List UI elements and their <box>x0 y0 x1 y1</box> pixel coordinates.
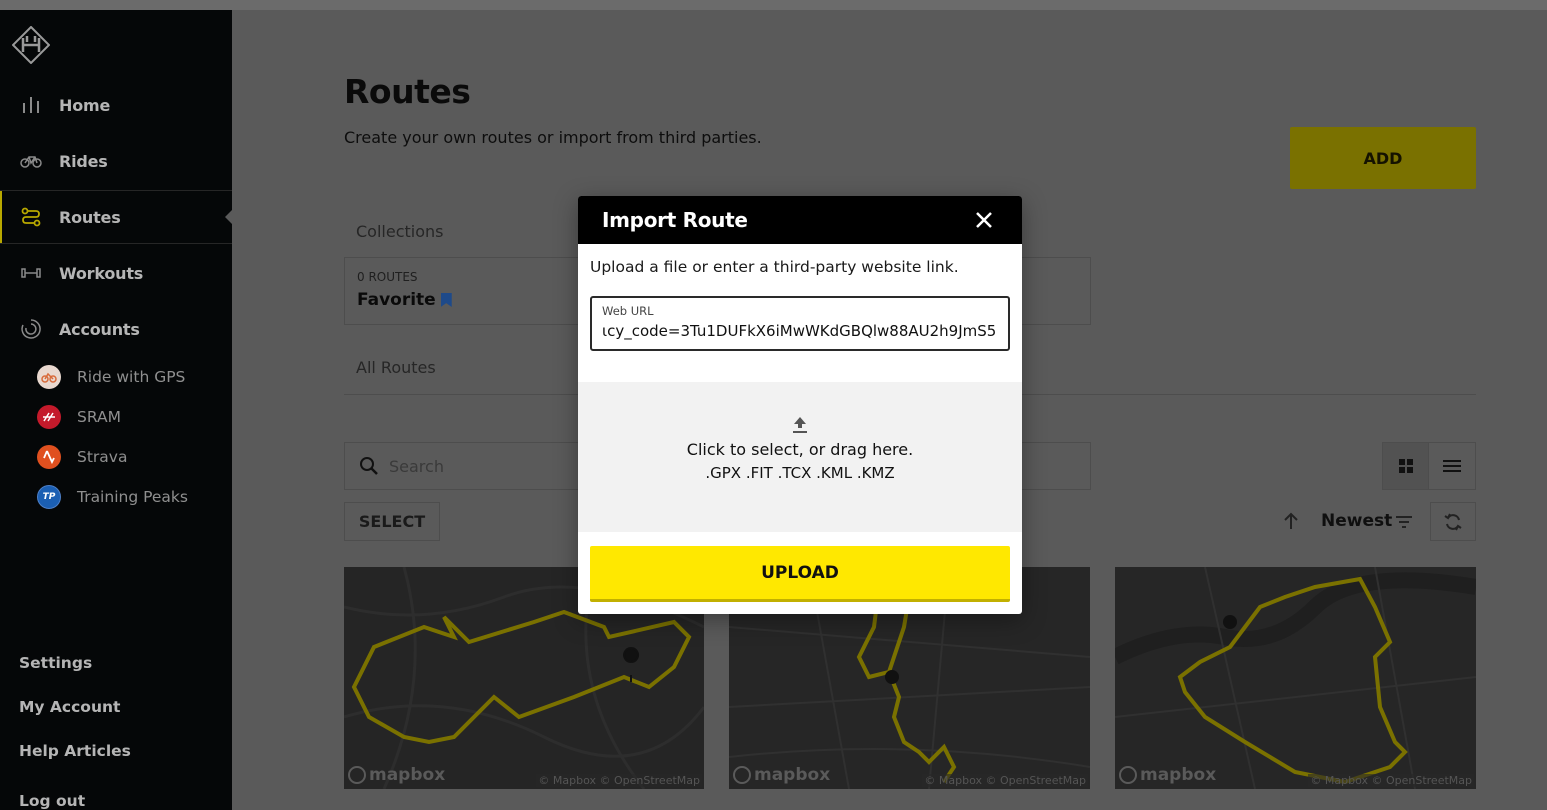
nav-home[interactable]: Home <box>0 78 232 132</box>
sort-label[interactable]: Newest <box>1321 511 1392 531</box>
nav-accounts[interactable]: Accounts <box>0 302 232 356</box>
map-attribution[interactable]: © Mapbox © OpenStreetMap <box>536 774 702 787</box>
sidebar: Home Rides Routes Workouts Accounts Ride… <box>0 10 232 810</box>
file-dropzone[interactable]: Click to select, or drag here. .GPX .FIT… <box>578 382 1022 532</box>
web-url-field[interactable]: Web URL ɩcy_code=3Tu1DUFkX6iMwWKdGBQlw88… <box>590 296 1010 351</box>
account-training-peaks[interactable]: TP Training Peaks <box>37 483 188 511</box>
mapbox-logo: mapbox <box>1119 765 1216 785</box>
sram-icon <box>37 405 61 429</box>
all-routes-heading: All Routes <box>356 358 436 377</box>
modal-description: Upload a file or enter a third-party web… <box>590 258 959 276</box>
nav-workouts-label: Workouts <box>59 263 144 283</box>
page-subtitle: Create your own routes or import from th… <box>344 128 762 147</box>
account-label: Strava <box>77 448 128 466</box>
refresh-icon <box>1444 513 1462 530</box>
my-account-link[interactable]: My Account <box>19 698 120 716</box>
collections-heading: Collections <box>356 222 444 241</box>
dropzone-text: Click to select, or drag here. <box>686 440 914 459</box>
collection-name: Favorite <box>357 290 452 310</box>
dumbbell-icon <box>19 261 43 285</box>
account-strava[interactable]: Strava <box>37 443 127 471</box>
upload-button[interactable]: UPLOAD <box>590 546 1010 602</box>
nav-accounts-label: Accounts <box>59 319 140 339</box>
collection-count: 0 ROUTES <box>357 270 418 284</box>
mapbox-logo: mapbox <box>733 765 830 785</box>
modal-title: Import Route <box>602 208 748 232</box>
ride-with-gps-icon <box>37 365 61 389</box>
account-sram[interactable]: SRAM <box>37 403 121 431</box>
modal-header: Import Route <box>578 196 1022 244</box>
upload-icon <box>793 417 807 433</box>
import-route-modal: Import Route Upload a file or enter a th… <box>578 196 1022 614</box>
logout-link[interactable]: Log out <box>19 792 85 810</box>
route-icon <box>19 205 43 229</box>
select-button[interactable]: SELECT <box>344 502 440 541</box>
nav-home-label: Home <box>59 95 111 115</box>
add-button[interactable]: ADD <box>1290 127 1476 189</box>
accounts-icon <box>19 317 43 341</box>
account-label: Training Peaks <box>77 488 188 506</box>
route-map <box>1115 567 1476 789</box>
nav-rides-label: Rides <box>59 151 108 171</box>
training-peaks-icon: TP <box>37 485 61 509</box>
refresh-button[interactable] <box>1430 502 1476 541</box>
nav-routes[interactable]: Routes <box>0 190 232 244</box>
grid-icon <box>1398 459 1413 473</box>
filter-icon[interactable] <box>1395 514 1413 530</box>
grid-view-button[interactable] <box>1383 443 1430 489</box>
map-attribution[interactable]: © Mapbox © OpenStreetMap <box>922 774 1088 787</box>
hammerhead-logo-icon[interactable] <box>12 26 50 64</box>
web-url-label: Web URL <box>602 304 654 318</box>
mapbox-logo: mapbox <box>348 765 445 785</box>
top-bar <box>0 0 1547 10</box>
dropzone-file-types: .GPX .FIT .TCX .KML .KMZ <box>705 464 895 482</box>
account-label: SRAM <box>77 408 121 426</box>
help-articles-link[interactable]: Help Articles <box>19 742 131 760</box>
strava-icon <box>37 445 61 469</box>
view-toggle <box>1382 442 1476 490</box>
web-url-value[interactable]: ɩcy_code=3Tu1DUFkX6iMwWKdGBQlw88AU2h9JmS… <box>602 322 998 340</box>
sort-direction-icon[interactable] <box>1281 511 1301 531</box>
bars-icon <box>19 93 43 117</box>
settings-link[interactable]: Settings <box>19 654 92 672</box>
list-icon <box>1443 460 1461 472</box>
bookmark-icon <box>440 293 452 307</box>
bike-icon <box>19 149 43 173</box>
nav-routes-label: Routes <box>59 207 121 227</box>
close-icon[interactable] <box>974 210 994 230</box>
list-view-button[interactable] <box>1429 443 1475 489</box>
search-icon <box>360 457 378 475</box>
map-attribution[interactable]: © Mapbox © OpenStreetMap <box>1308 774 1474 787</box>
nav-rides[interactable]: Rides <box>0 134 232 188</box>
route-card[interactable]: mapbox © Mapbox © OpenStreetMap <box>1115 567 1476 789</box>
account-ride-with-gps[interactable]: Ride with GPS <box>37 363 185 391</box>
nav-workouts[interactable]: Workouts <box>0 246 232 300</box>
search-placeholder: Search <box>389 456 444 476</box>
account-label: Ride with GPS <box>77 368 186 386</box>
page-title: Routes <box>344 72 471 111</box>
